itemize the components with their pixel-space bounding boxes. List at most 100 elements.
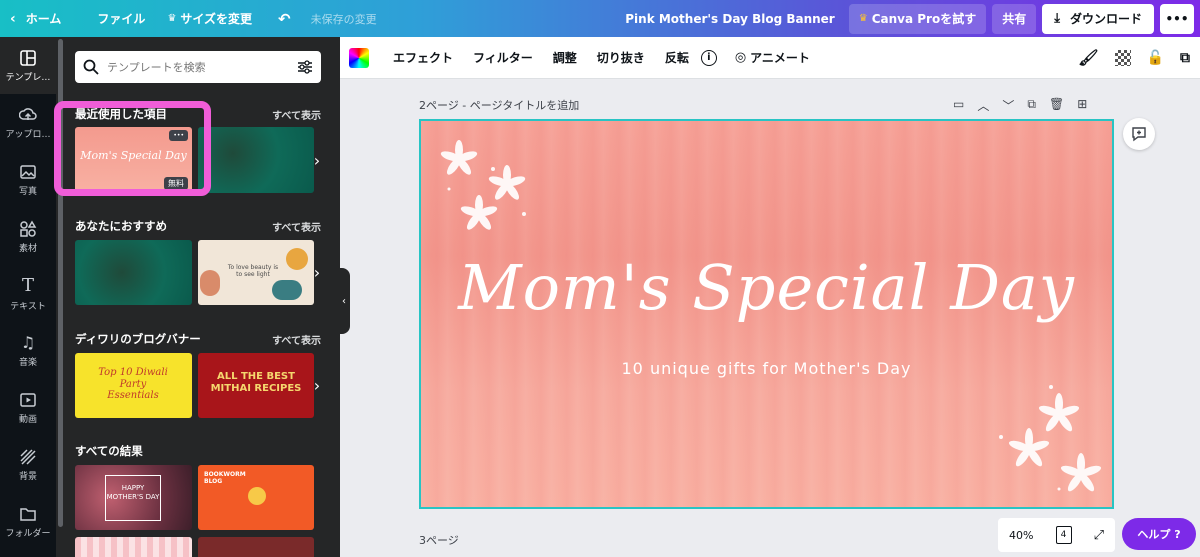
nav-photos[interactable]: 写真 [0,151,56,208]
lock-icon[interactable]: 🔓 [1147,50,1164,66]
nav-label: 背景 [18,471,37,482]
search-input[interactable] [107,60,297,74]
filter-sliders-icon[interactable] [297,59,313,75]
info-icon: i [700,49,717,66]
share-button[interactable]: 共有 [992,3,1037,34]
design-title[interactable]: Mom's Special Day [421,251,1112,324]
scroll-right-arrow[interactable]: › [306,374,328,396]
design-canvas[interactable]: Mom's Special Day 10 unique gifts for Mo… [419,119,1114,509]
chevron-left-icon: ‹ [342,295,346,307]
template-icon [20,49,36,66]
scroll-right-arrow[interactable]: › [306,261,328,283]
transparency-icon[interactable] [1114,49,1131,66]
nav-video[interactable]: 動画 [0,379,56,436]
help-button[interactable]: ヘルプ ? [1122,518,1196,550]
home-button[interactable]: ‹ ホーム [0,0,71,37]
scroll-right-arrow[interactable]: › [306,149,328,171]
paint-roller-icon[interactable]: 🖌 [1078,48,1098,67]
filter-button[interactable]: フィルター [473,49,533,66]
collapse-panel-button[interactable]: ‹ [338,268,350,334]
resize-label: サイズを変更 [180,12,253,26]
undo-icon: ↶ [278,9,291,28]
page-count: 4 [1060,530,1067,540]
background-icon [20,448,36,465]
see-all-recent[interactable]: すべて表示 [272,107,321,122]
undo-button[interactable]: ↶ [268,0,301,37]
nav-label: テキスト [10,302,46,312]
more-icon: ••• [1165,11,1189,26]
chevron-up-icon[interactable]: ︿ [977,97,989,114]
delete-page-icon[interactable]: 🗑 [1049,97,1064,114]
zoom-level[interactable]: 40% [1009,529,1033,542]
nav-label: テンプレ… [5,72,51,83]
nav-background[interactable]: 背景 [0,436,56,493]
design-subtitle[interactable]: 10 unique gifts for Mother's Day [421,359,1112,378]
comment-add-icon [1132,127,1146,142]
try-pro-button[interactable]: ♛ Canva Proを試す [848,3,987,34]
template-thumbnail[interactable]: BOOKWORM BLOG [198,465,314,530]
nav-elements[interactable]: 素材 [0,208,56,265]
nav-text[interactable]: T テキスト [0,265,56,322]
more-options-button[interactable]: ••• [1160,3,1194,34]
template-thumbnail[interactable]: HAPPY MOTHER'S DAY [75,465,192,530]
chevron-down-icon[interactable]: ﹀ [1002,97,1014,114]
template-search [75,51,321,83]
flower-cluster-bottom-right [999,385,1102,492]
sun-illustration [248,487,266,505]
music-icon: ♫ [20,333,36,352]
crop-button[interactable]: 切り抜き [597,49,645,66]
template-thumbnail[interactable] [198,537,314,557]
thumb-text: ALL THE BEST MITHAI RECIPES [210,371,302,394]
add-page-icon[interactable]: ⊞ [1077,97,1087,114]
page-count-button[interactable]: 4 [1055,526,1072,544]
page-2-label[interactable]: 2ページ - ページタイトルを追加 [419,97,579,113]
animate-label: アニメート [750,51,810,65]
thumb-text: Top 10 Diwali Party Essentials [98,367,168,401]
chevron-left-icon: ‹ [10,10,16,27]
nav-templates[interactable]: テンプレ… [0,37,56,94]
resize-button[interactable]: ♛ サイズを変更 [157,0,262,37]
toolbar-right: 🖌 🔓 ⧉ [1078,48,1190,67]
nav-music[interactable]: ♫ 音楽 [0,322,56,379]
decorative-shape [200,270,220,296]
page-actions: ▭ ︿ ﹀ ⧉ 🗑 ⊞ [953,97,1087,114]
template-thumbnail[interactable]: ALL THE BEST MITHAI RECIPES [198,353,314,418]
decorative-shape [272,280,302,300]
section-title-all-results: すべての結果 [75,444,143,458]
template-thumbnail[interactable] [75,240,192,305]
effects-button[interactable]: エフェクト [393,49,453,66]
thumb-text: HAPPY MOTHER'S DAY [105,475,161,521]
template-thumbnail[interactable]: Top 10 Diwali Party Essentials [75,353,192,418]
animate-button[interactable]: ◎ アニメート [735,49,810,66]
top-bar: ‹ ホーム ファイル ♛ サイズを変更 ↶ 未保存の変更 Pink Mother… [0,0,1200,37]
fullscreen-icon[interactable]: ⤢ [1094,528,1104,543]
see-all-recommended[interactable]: すべて表示 [272,219,321,234]
thumb-text: To love beauty is to see light [227,264,279,278]
crown-icon: ♛ [167,13,177,24]
video-icon [20,392,36,407]
nav-label: 写真 [18,186,37,197]
color-picker-button[interactable] [349,47,369,68]
zoom-controls: 40% 4 ⤢ [998,518,1115,552]
notes-icon[interactable]: ▭ [953,97,964,114]
file-menu[interactable]: ファイル [87,0,155,37]
download-button[interactable]: ⤓ ダウンロード [1042,3,1154,34]
duplicate-page-icon[interactable]: ⧉ [1027,97,1036,114]
document-title[interactable]: Pink Mother's Day Blog Banner [625,12,834,26]
template-thumbnail[interactable] [198,127,314,193]
see-all-diwali[interactable]: すべて表示 [272,332,321,347]
info-button[interactable]: i [700,49,717,66]
home-label: ホーム [25,12,62,26]
page-3-label[interactable]: 3ページ [419,532,459,548]
highlight-marker [54,101,211,196]
add-comment-button[interactable] [1123,118,1155,150]
template-thumbnail[interactable] [75,537,192,557]
left-navigation: テンプレ… アップロ… 写真 素材 T テキスト ♫ 音楽 動画 背景 フォルダ… [0,37,56,557]
adjust-button[interactable]: 調整 [553,49,577,66]
nav-uploads[interactable]: アップロ… [0,94,56,151]
upload-icon [19,107,37,120]
template-thumbnail[interactable]: To love beauty is to see light [198,240,314,305]
copy-icon[interactable]: ⧉ [1180,50,1190,66]
nav-folders[interactable]: フォルダー [0,493,56,550]
flip-button[interactable]: 反転 [665,49,689,66]
